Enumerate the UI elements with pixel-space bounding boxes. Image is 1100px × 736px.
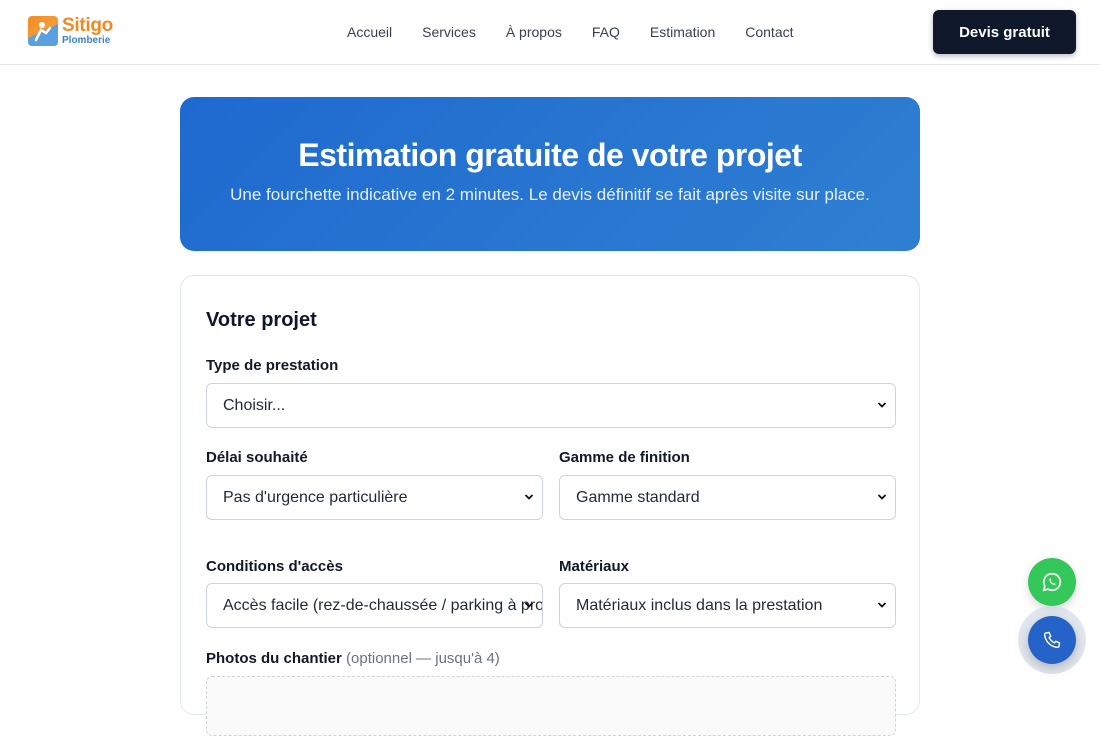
acces-value: Accès facile (rez-de-chaussée / parking … (223, 596, 542, 614)
plumber-logo-icon (28, 16, 58, 46)
materiaux-select[interactable]: Matériaux inclus dans la prestation (559, 583, 896, 628)
nav-link-contact[interactable]: Contact (745, 24, 793, 40)
acces-label: Conditions d'accès (206, 558, 343, 575)
main-nav: Accueil Services À propos FAQ Estimation… (347, 24, 794, 40)
form-title: Votre projet (206, 309, 317, 331)
hero-subtitle: Une fourchette indicative en 2 minutes. … (230, 185, 870, 204)
delai-select[interactable]: Pas d'urgence particulière (206, 475, 543, 520)
chevron-down-icon (524, 601, 534, 608)
hero-title: Estimation gratuite de votre projet (298, 137, 802, 173)
photos-label-text: Photos du chantier (206, 650, 342, 667)
delai-label: Délai souhaité (206, 449, 308, 466)
chevron-down-icon (877, 493, 887, 500)
whatsapp-icon (1042, 572, 1062, 592)
photos-hint: (optionnel — jusqu'à 4) (346, 650, 500, 667)
phone-icon (1043, 631, 1061, 649)
devis-gratuit-button[interactable]: Devis gratuit (933, 10, 1076, 54)
logo-name: Sitigo (62, 15, 113, 36)
delai-value: Pas d'urgence particulière (223, 488, 408, 506)
logo[interactable]: Sitigo Plomberie (28, 16, 113, 46)
site-header: Sitigo Plomberie Accueil Services À prop… (0, 0, 1100, 65)
whatsapp-button[interactable] (1028, 558, 1076, 606)
gamme-select[interactable]: Gamme standard (559, 475, 896, 520)
photos-label: Photos du chantier (optionnel — jusqu'à … (206, 650, 500, 667)
type-prestation-select[interactable]: Choisir... (206, 383, 896, 428)
chevron-down-icon (877, 601, 887, 608)
logo-subtitle: Plomberie (62, 35, 111, 46)
type-prestation-value: Choisir... (223, 396, 286, 414)
estimation-form: Votre projet Type de prestation Choisir.… (180, 275, 920, 736)
acces-select[interactable]: Accès facile (rez-de-chaussée / parking … (206, 583, 543, 628)
nav-link-accueil[interactable]: Accueil (347, 24, 392, 40)
photos-dropzone[interactable] (206, 676, 896, 736)
gamme-label: Gamme de finition (559, 449, 690, 466)
nav-link-faq[interactable]: FAQ (592, 24, 620, 40)
type-prestation-label: Type de prestation (206, 357, 339, 374)
chevron-down-icon (524, 493, 534, 500)
nav-link-services[interactable]: Services (422, 24, 476, 40)
phone-button[interactable] (1028, 616, 1076, 664)
materiaux-label: Matériaux (559, 558, 630, 575)
gamme-value: Gamme standard (576, 488, 700, 506)
hero-banner: Estimation gratuite de votre projet Une … (180, 97, 920, 251)
materiaux-value: Matériaux inclus dans la prestation (576, 596, 823, 614)
chevron-down-icon (877, 401, 887, 408)
nav-link-a-propos[interactable]: À propos (506, 24, 562, 40)
nav-link-estimation[interactable]: Estimation (650, 24, 715, 40)
